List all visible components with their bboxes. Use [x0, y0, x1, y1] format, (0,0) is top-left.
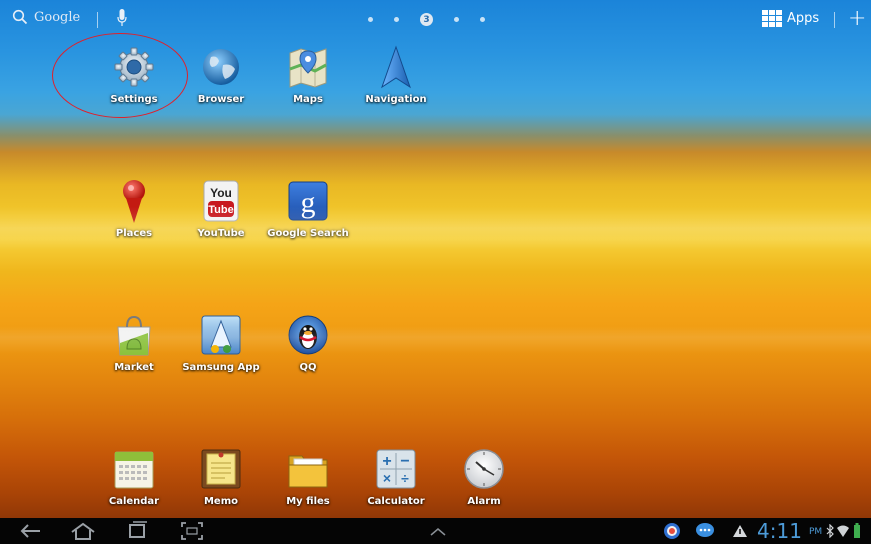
clock-icon: [461, 446, 507, 492]
wifi-icon: [837, 525, 849, 537]
svg-text:×: ×: [383, 470, 391, 486]
google-search-bar[interactable]: Google: [12, 9, 80, 25]
app-label: Maps: [293, 94, 323, 105]
maps-icon: [285, 44, 331, 90]
app-market[interactable]: Market: [94, 312, 174, 373]
app-alarm[interactable]: Alarm: [444, 446, 524, 507]
search-label: Google: [34, 9, 81, 25]
bluetooth-icon: [826, 524, 834, 538]
svg-text:−: −: [400, 453, 409, 470]
page-dot[interactable]: [454, 17, 459, 22]
divider: [834, 12, 835, 28]
notification-icon[interactable]: [663, 522, 681, 540]
svg-text:÷: ÷: [401, 470, 409, 486]
calculator-icon: + − × ÷: [373, 446, 419, 492]
battery-icon: [854, 523, 860, 538]
app-label: Places: [115, 228, 153, 239]
plus-icon[interactable]: +: [848, 8, 866, 30]
market-icon: [111, 312, 157, 358]
home-screen: Google 3 Apps + Settings Browser Maps Na…: [0, 0, 871, 544]
current-page-indicator: 3: [420, 13, 433, 26]
recent-apps-icon[interactable]: [124, 521, 150, 541]
youtube-icon: You Tube: [198, 178, 244, 224]
map-pin-icon: [111, 178, 157, 224]
app-qq[interactable]: QQ: [268, 312, 348, 373]
svg-text:Tube: Tube: [208, 204, 233, 216]
app-calculator[interactable]: + − × ÷ Calculator: [356, 446, 436, 507]
app-places[interactable]: Places: [94, 178, 174, 239]
home-icon[interactable]: [68, 521, 98, 541]
app-label: Calendar: [108, 496, 160, 507]
page-dot[interactable]: [368, 17, 373, 22]
app-label: Alarm: [467, 496, 501, 507]
app-google-search[interactable]: g Google Search: [267, 178, 349, 239]
app-calendar[interactable]: Calendar: [94, 446, 174, 507]
app-my-files[interactable]: My files: [268, 446, 348, 507]
app-label: Navigation: [365, 94, 427, 105]
app-label: QQ: [299, 362, 317, 373]
app-label: YouTube: [197, 228, 245, 239]
app-label: Samsung App: [182, 362, 260, 373]
apps-label: Apps: [787, 11, 820, 26]
status-ampm: PM: [809, 527, 823, 537]
app-label: Market: [114, 362, 154, 373]
app-youtube[interactable]: You Tube YouTube: [181, 178, 261, 239]
app-label: Browser: [197, 94, 245, 105]
globe-icon: [198, 44, 244, 90]
page-dot[interactable]: [394, 17, 399, 22]
app-memo[interactable]: Memo: [181, 446, 261, 507]
divider: [97, 12, 98, 28]
app-samsung-app[interactable]: Samsung App: [181, 312, 261, 373]
chat-icon[interactable]: [695, 522, 715, 540]
warning-icon[interactable]: [732, 524, 748, 538]
search-icon: [12, 9, 28, 25]
svg-text:You: You: [210, 186, 232, 200]
app-label: Google Search: [267, 228, 349, 239]
screenshot-icon[interactable]: [180, 521, 204, 541]
page-indicator: 3: [368, 13, 485, 26]
qq-penguin-icon: [285, 312, 331, 358]
svg-text:g: g: [301, 186, 316, 219]
memo-icon: [198, 446, 244, 492]
samsung-apps-icon: [198, 312, 244, 358]
folder-icon: [285, 446, 331, 492]
navigation-arrow-icon: [373, 44, 419, 90]
app-maps[interactable]: Maps: [268, 44, 348, 105]
apps-grid-icon: [762, 10, 782, 27]
app-label: My files: [286, 496, 330, 507]
top-bar: Google 3 Apps +: [0, 0, 871, 40]
calendar-icon: [111, 446, 157, 492]
status-clock[interactable]: 4:11: [757, 519, 802, 543]
highlight-circle: [52, 33, 188, 118]
app-label: Memo: [203, 496, 239, 507]
app-navigation[interactable]: Navigation: [356, 44, 436, 105]
mic-icon[interactable]: [117, 8, 127, 28]
page-dot[interactable]: [480, 17, 485, 22]
up-arrow-icon[interactable]: [428, 525, 448, 537]
app-browser[interactable]: Browser: [181, 44, 261, 105]
svg-text:+: +: [382, 453, 391, 470]
apps-button[interactable]: Apps: [762, 10, 819, 27]
app-label: Calculator: [367, 496, 425, 507]
system-bar: 4:11 PM: [0, 518, 871, 544]
google-search-icon: g: [285, 178, 331, 224]
back-icon[interactable]: [16, 521, 44, 541]
